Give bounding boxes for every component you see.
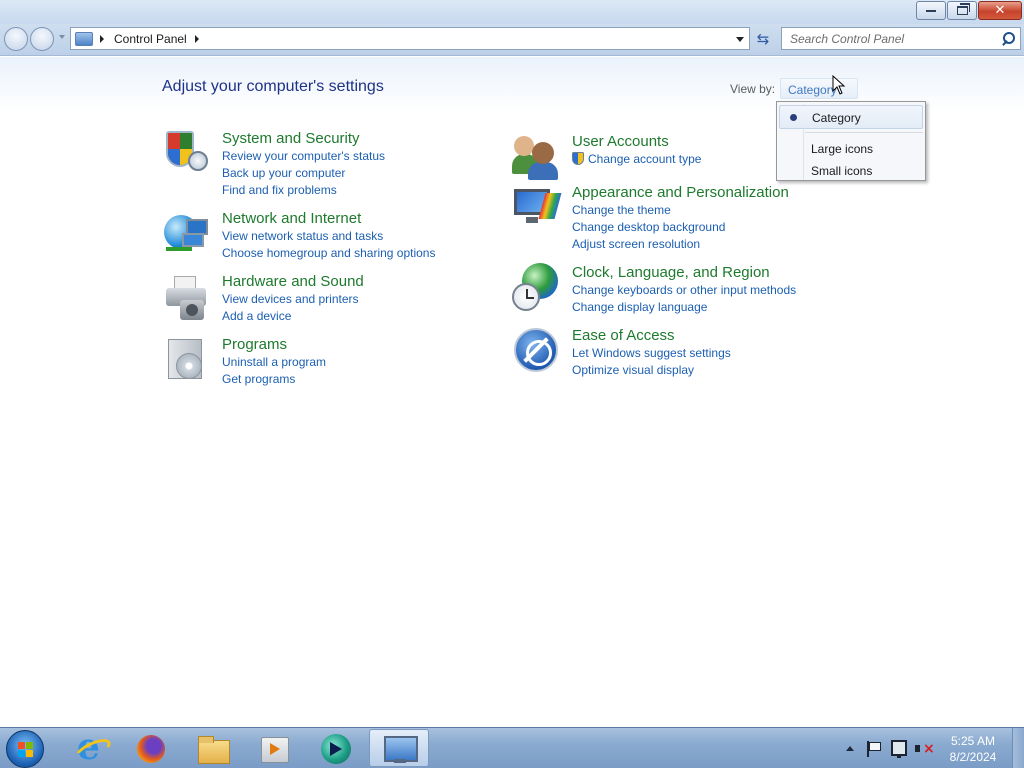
menu-item-label: Large icons [811,142,874,156]
start-button[interactable] [6,730,44,768]
breadcrumb-chevron-icon[interactable] [194,34,199,43]
internet-explorer-icon[interactable] [72,726,108,768]
menu-item-large-icons[interactable]: Large icons [777,137,925,159]
caption-buttons: ✕ [915,1,1022,20]
menu-item-label: Category [812,111,861,125]
category-ease-of-access: Ease of Access Let Windows suggest setti… [512,326,731,379]
view-by-dropdown[interactable]: Category [780,78,858,99]
link-display-language[interactable]: Change display language [572,299,796,316]
category-title[interactable]: Ease of Access [572,326,731,345]
media-player-icon[interactable] [256,732,292,766]
link-review-status[interactable]: Review your computer's status [222,148,385,165]
window-titlebar: ✕ [0,0,1024,24]
menu-item-small-icons[interactable]: Small icons [777,159,925,181]
breadcrumb-control-panel[interactable]: Control Panel [114,32,187,46]
category-clock-language-region: Clock, Language, and Region Change keybo… [512,263,796,316]
minimize-button[interactable] [916,1,946,20]
programs-disc-icon[interactable] [162,335,212,385]
category-title[interactable]: User Accounts [572,132,701,151]
link-suggest-settings[interactable]: Let Windows suggest settings [572,345,731,362]
link-desktop-background[interactable]: Change desktop background [572,219,789,236]
printer-speaker-icon[interactable] [162,272,212,322]
link-label: Change account type [588,152,702,166]
radio-selected-icon [790,114,797,121]
accessibility-icon[interactable] [512,326,562,376]
mouse-cursor-icon [832,75,846,95]
action-center-flag-icon[interactable] [866,741,881,757]
link-back-up[interactable]: Back up your computer [222,165,385,182]
category-system-and-security: System and Security Review your computer… [162,129,385,199]
breadcrumb-chevron-icon[interactable] [100,34,104,43]
category-title[interactable]: Network and Internet [222,209,435,228]
firefox-icon[interactable] [133,732,169,766]
link-add-device[interactable]: Add a device [222,308,364,325]
close-button[interactable]: ✕ [978,1,1022,20]
search-icon[interactable] [999,30,1017,48]
category-title[interactable]: System and Security [222,129,385,148]
restore-icon [956,3,970,15]
page-title: Adjust your computer's settings [162,78,384,95]
navigation-bar: Control Panel ⇆ [0,24,1024,56]
control-panel-icon [75,31,93,46]
menu-separator [805,132,923,133]
volume-muted-icon[interactable] [915,741,935,757]
view-by-label: View by: [730,82,776,96]
clock-date: 8/2/2024 [949,750,997,764]
minimize-icon [926,9,936,12]
category-appearance-and-personalization: Appearance and Personalization Change th… [512,183,789,253]
link-get-programs[interactable]: Get programs [222,371,326,388]
link-homegroup-sharing[interactable]: Choose homegroup and sharing options [222,245,435,262]
category-title[interactable]: Programs [222,335,326,354]
link-devices-printers[interactable]: View devices and printers [222,291,364,308]
recent-pages-dropdown[interactable] [59,35,65,39]
link-uninstall-program[interactable]: Uninstall a program [222,354,326,371]
link-find-fix-problems[interactable]: Find and fix problems [222,182,385,199]
category-user-accounts: User Accounts Change account type [512,132,701,182]
shield-icon[interactable] [162,129,212,179]
clock-time: 5:25 AM [950,734,996,748]
globe-clock-icon[interactable] [512,263,562,313]
search-input[interactable] [790,28,999,49]
windows-logo-icon [18,742,34,758]
refresh-button[interactable]: ⇆ [751,27,775,50]
address-history-dropdown-icon[interactable] [736,37,744,42]
close-icon: ✕ [994,3,1006,18]
link-change-theme[interactable]: Change the theme [572,202,789,219]
show-hidden-icons-button[interactable] [846,746,854,751]
taskbar: 5:25 AM 8/2/2024 [0,726,1024,768]
link-network-status[interactable]: View network status and tasks [222,228,435,245]
menu-item-category[interactable]: Category [779,105,923,129]
view-by-menu: Category Large icons Small icons [776,101,926,181]
system-clock[interactable]: 5:25 AM 8/2/2024 [942,733,1004,765]
users-icon[interactable] [512,132,562,182]
control-panel-taskbar-button[interactable] [369,729,429,767]
show-desktop-button[interactable] [1012,728,1024,768]
back-button[interactable] [4,27,28,51]
category-network-and-internet: Network and Internet View network status… [162,209,435,262]
forward-button[interactable] [30,27,54,51]
link-change-account-type[interactable]: Change account type [572,151,701,168]
category-title[interactable]: Clock, Language, and Region [572,263,796,282]
monitor-brush-icon[interactable] [512,183,562,233]
refresh-icon: ⇆ [756,29,770,48]
link-keyboards-input[interactable]: Change keyboards or other input methods [572,282,796,299]
address-bar[interactable]: Control Panel [70,27,750,50]
category-hardware-and-sound: Hardware and Sound View devices and prin… [162,272,364,325]
category-title[interactable]: Hardware and Sound [222,272,364,291]
network-icon[interactable] [162,209,212,259]
link-screen-resolution[interactable]: Adjust screen resolution [572,236,789,253]
network-status-icon[interactable] [891,740,907,758]
category-programs: Programs Uninstall a program Get program… [162,335,326,388]
link-optimize-visual[interactable]: Optimize visual display [572,362,731,379]
windows-explorer-icon[interactable] [195,732,231,766]
uac-shield-icon [572,152,584,165]
category-title[interactable]: Appearance and Personalization [572,183,789,202]
menu-item-label: Small icons [811,164,873,178]
app-icon[interactable] [318,732,354,766]
search-box[interactable] [781,27,1021,50]
restore-button[interactable] [947,1,977,20]
